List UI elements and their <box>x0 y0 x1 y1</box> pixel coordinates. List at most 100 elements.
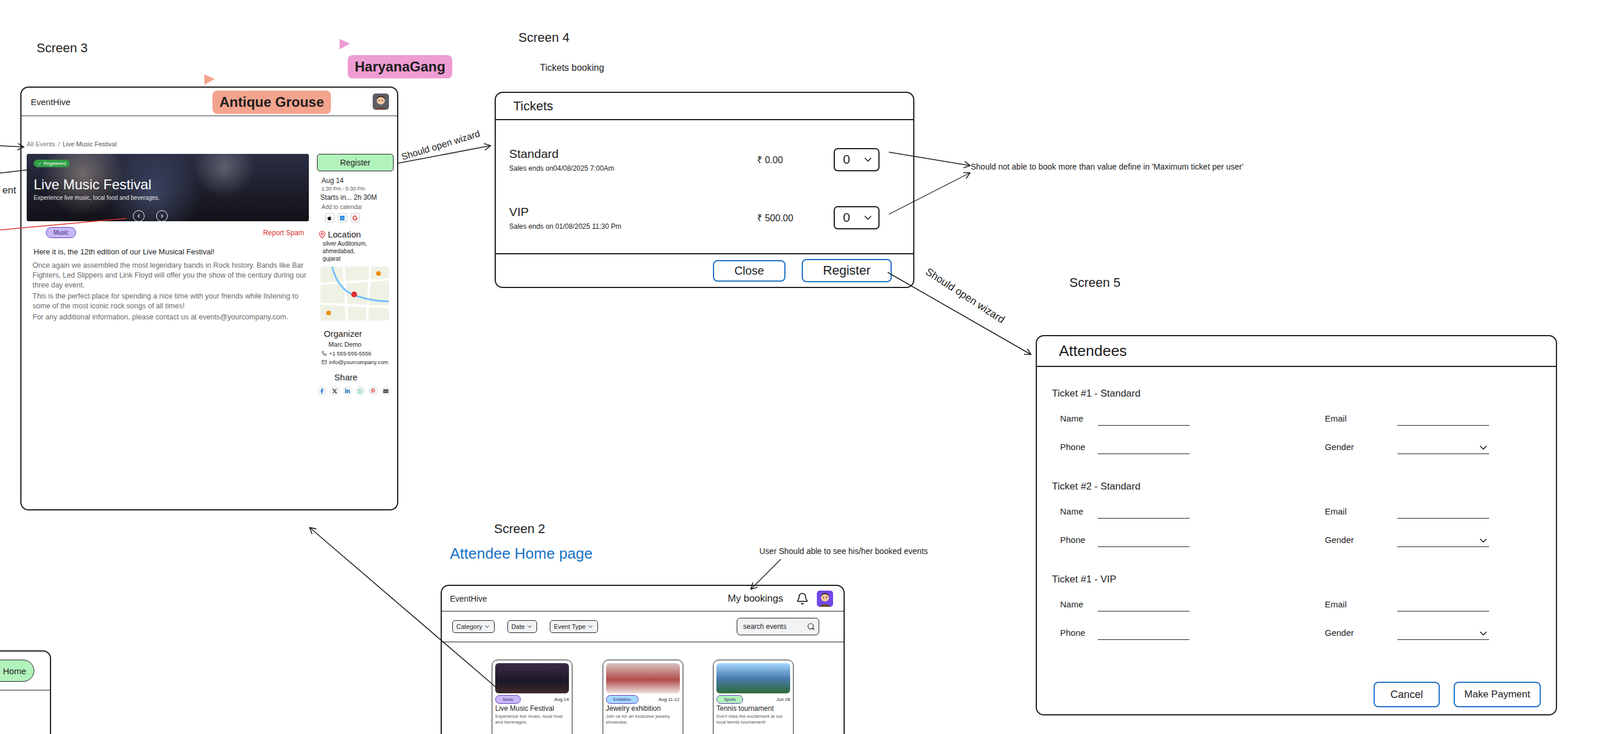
event-card[interactable]: ExhibitionAug 11-12Jewelry exhibitionJoi… <box>602 659 684 734</box>
cursor-flag-icon <box>339 38 352 51</box>
cancel-button[interactable]: Cancel <box>1373 681 1440 708</box>
filter-dropdown[interactable]: Category <box>452 620 495 633</box>
check-icon <box>37 161 42 167</box>
event-title: Tennis tournament <box>716 704 791 713</box>
screen-caption: Tickets booking <box>539 62 605 74</box>
bell-icon[interactable] <box>795 592 809 605</box>
register-button[interactable]: Register <box>316 153 394 172</box>
share-button[interactable] <box>342 385 353 396</box>
text-field[interactable] <box>1397 597 1490 612</box>
share-button[interactable] <box>380 385 392 396</box>
field-label: Email <box>1324 599 1398 609</box>
header-divider <box>0 689 50 691</box>
breadcrumb-item[interactable]: All Events <box>26 140 56 148</box>
location-line: ahmedabad, <box>316 247 394 255</box>
event-intro: Here it is, the 12th edition of our Live… <box>33 247 309 257</box>
banner-link-line <box>0 169 31 174</box>
share-button[interactable] <box>329 385 341 396</box>
home-fragment: Home <box>0 650 52 734</box>
share-button[interactable] <box>355 385 366 396</box>
category-tag: Sports <box>716 694 744 704</box>
location-map[interactable] <box>320 266 389 321</box>
close-button[interactable]: Close <box>712 260 786 282</box>
text-field[interactable] <box>1097 440 1190 454</box>
rule-annotation: Should not able to book more than value … <box>970 161 1244 172</box>
gender-select[interactable] <box>1397 440 1490 454</box>
carousel-prev-button[interactable]: ‹ <box>132 210 145 222</box>
quantity-select[interactable]: 0 <box>833 148 880 172</box>
event-banner: RegisteredLive Music FestivalExperience … <box>26 153 309 222</box>
organizer-email: info@yourcompany.com <box>316 358 394 366</box>
collaborator-badge: HaryanaGang <box>347 55 453 79</box>
logo[interactable]: EventHive <box>449 593 488 604</box>
text-field[interactable] <box>1097 411 1190 426</box>
bookings-arrow <box>751 559 781 589</box>
banner-title: Live Music Festival <box>33 176 302 193</box>
whiteboard-canvas: Screen 3Screen 4Tickets bookingScreen 5S… <box>0 0 1600 734</box>
event-summary: Experience live music, local food and be… <box>495 713 569 726</box>
chevron-down-icon <box>862 211 874 224</box>
add-to-calendar: Add to calendar <box>316 203 394 211</box>
ticket-info: VIPSales ends on 01/08/2025 11:30 Pm <box>509 204 758 231</box>
event-date: Aug 14 <box>554 696 569 702</box>
register-button[interactable]: Register <box>801 258 892 283</box>
dialog-title: Attendees <box>1036 336 1556 367</box>
screen-label: Screen 2 <box>494 521 546 537</box>
event-card[interactable]: MusicAug 14Live Music FestivalExperience… <box>491 659 573 734</box>
linkedin-icon <box>344 388 351 394</box>
calendar-option[interactable] <box>350 213 360 223</box>
banner-subtitle: Experience live music, local food and be… <box>33 194 302 201</box>
chevron-down-icon <box>1477 627 1490 640</box>
facebook-icon <box>319 388 325 394</box>
home-button[interactable]: Home <box>0 659 35 682</box>
chevron-down-icon <box>1477 441 1490 454</box>
text-field[interactable] <box>1397 411 1490 426</box>
event-card[interactable]: SportsJun 28Tennis tournamentDon't miss … <box>712 659 794 734</box>
text-field[interactable] <box>1097 625 1190 640</box>
pin-icon <box>318 230 327 239</box>
filter-dropdown[interactable]: Event Type <box>549 620 598 633</box>
filter-dropdown[interactable]: Date <box>507 620 538 633</box>
tickets-dialog: TicketsStandardSales ends on04/08/2025 7… <box>494 91 915 288</box>
gender-select[interactable] <box>1397 532 1490 547</box>
field-label: Email <box>1324 413 1398 424</box>
text-field[interactable] <box>1397 504 1490 519</box>
card-flow-arrow <box>310 527 497 688</box>
event-summary: Don't miss the excitement at our local t… <box>716 713 791 726</box>
event-countdown: Starts in... 2h 30M <box>316 193 394 202</box>
event-description: For any additional information, please c… <box>32 312 309 323</box>
screen-label: Screen 4 <box>518 30 570 46</box>
category-tag: Music <box>495 694 521 704</box>
text-field[interactable] <box>1097 597 1190 612</box>
field-label: Gender <box>1324 534 1398 545</box>
breadcrumb-item[interactable]: Live Music Festival <box>62 140 117 148</box>
make-payment-button[interactable]: Make Payment <box>1453 681 1541 708</box>
screen-label: Screen 3 <box>36 40 88 56</box>
flow-annotation: Should open wizard <box>400 128 482 162</box>
avatar-icon[interactable] <box>816 590 834 607</box>
tag-row: MusicReport Spam <box>26 226 309 239</box>
logo[interactable]: EventHive <box>30 96 71 107</box>
share-button[interactable] <box>316 385 328 396</box>
text-field[interactable] <box>1097 532 1190 547</box>
ticket-sales-end: Sales ends on 01/08/2025 11:30 Pm <box>509 222 758 231</box>
report-spam-link[interactable]: Report Spam <box>262 228 305 237</box>
cut-annotation: ent <box>2 184 17 197</box>
calendar-option[interactable] <box>337 213 348 223</box>
quantity-select[interactable]: 0 <box>833 206 880 230</box>
text-field[interactable] <box>1097 504 1190 519</box>
share-button[interactable] <box>368 385 379 396</box>
carousel-next-button[interactable]: › <box>156 210 168 222</box>
event-body: All Events/Live Music FestivalRegistered… <box>21 116 398 396</box>
field-label: Gender <box>1324 627 1398 638</box>
field-label: Phone <box>1060 441 1098 452</box>
breadcrumb-separator: / <box>58 140 60 148</box>
calendar-option[interactable] <box>325 213 335 223</box>
gender-select[interactable] <box>1397 625 1490 640</box>
ticket-row: VIPSales ends on 01/08/2025 11:30 Pm₹ 50… <box>509 188 914 247</box>
search-field[interactable]: search events <box>736 617 820 636</box>
breadcrumb-arrow <box>0 145 24 147</box>
avatar-icon[interactable] <box>372 93 389 110</box>
ticket-list: StandardSales ends on04/08/2025 7:00Am₹ … <box>495 120 914 254</box>
my-bookings-link[interactable]: My bookings <box>728 592 784 605</box>
